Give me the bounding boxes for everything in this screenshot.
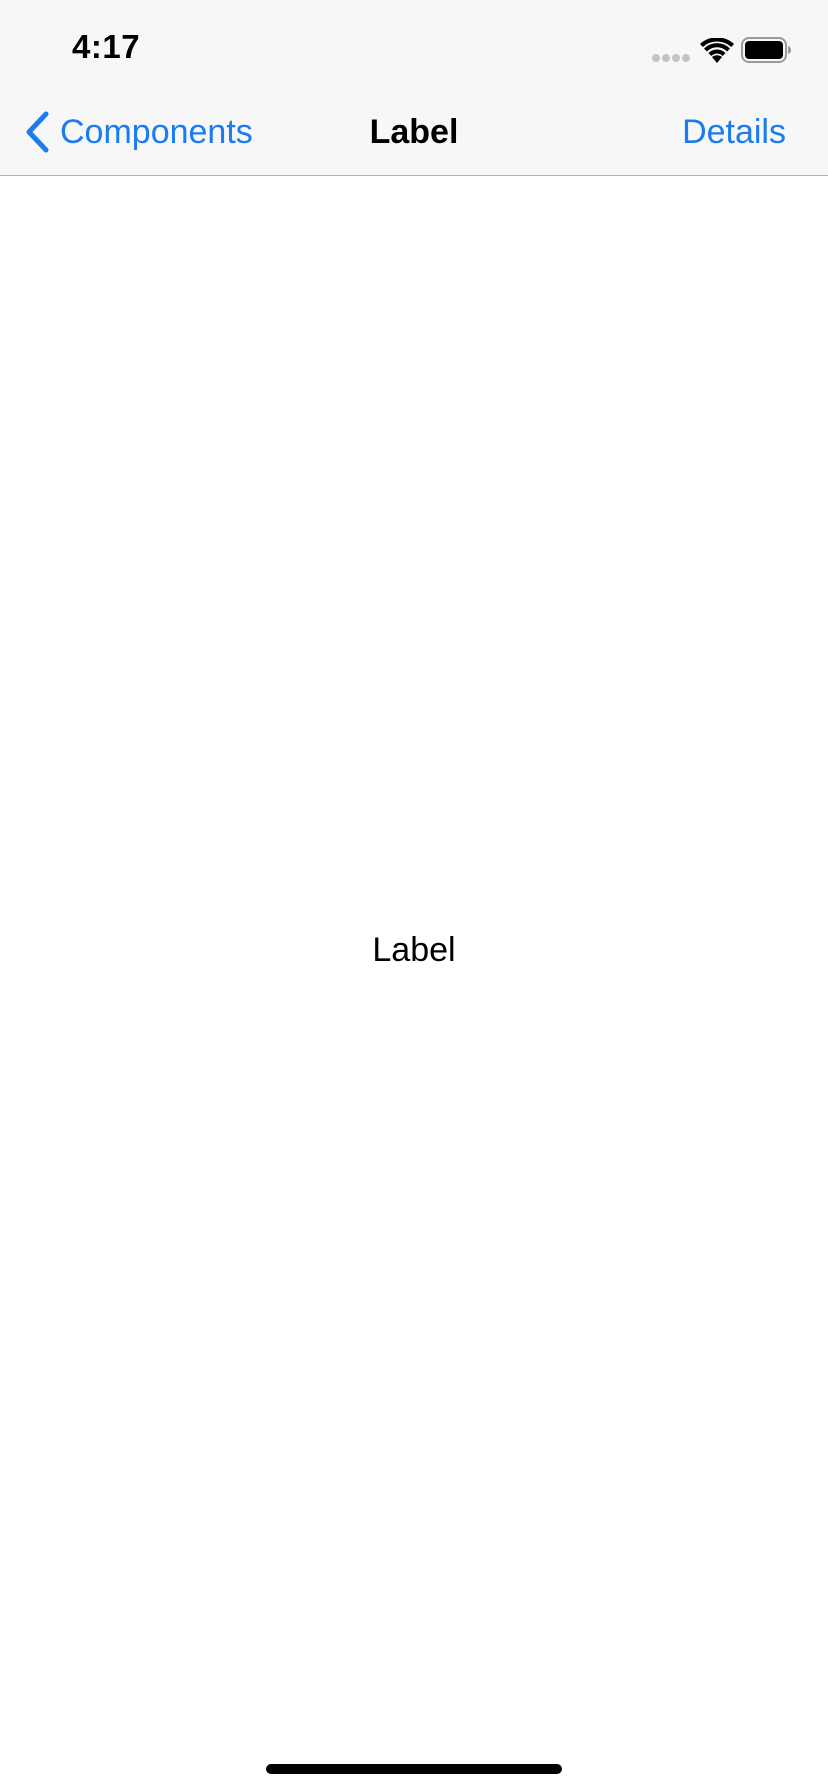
details-button[interactable]: Details xyxy=(682,108,786,156)
top-bar: 4:17 Components Label Details xyxy=(0,0,828,176)
chevron-left-icon xyxy=(26,111,49,153)
home-indicator[interactable] xyxy=(266,1764,562,1774)
back-button[interactable]: Components xyxy=(22,108,253,156)
navigation-bar: Components Label Details xyxy=(0,100,828,176)
content-label: Label xyxy=(372,931,456,969)
status-bar: 4:17 xyxy=(0,0,828,100)
wifi-icon xyxy=(700,38,734,63)
back-button-label: Components xyxy=(60,113,253,151)
cellular-signal-icon xyxy=(652,54,692,62)
status-time: 4:17 xyxy=(72,28,141,65)
battery-icon xyxy=(741,37,791,63)
